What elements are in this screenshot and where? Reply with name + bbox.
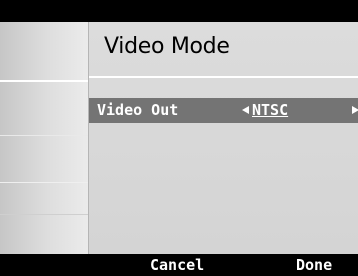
page-title: Video Mode — [104, 34, 230, 59]
softkey-bar: Cancel Done — [0, 254, 358, 276]
panel-highlight — [0, 214, 88, 215]
video-mode-screen: Video Mode Video Out NTSC Cancel Done — [0, 0, 358, 276]
cancel-button[interactable]: Cancel — [150, 256, 204, 274]
side-decoration-panel — [0, 22, 89, 254]
panel-highlight — [0, 135, 88, 136]
done-button[interactable]: Done — [296, 256, 332, 274]
video-out-label: Video Out — [97, 101, 179, 119]
video-out-setting-row[interactable]: Video Out NTSC — [89, 98, 358, 123]
panel-highlight — [0, 182, 88, 183]
top-status-bar — [0, 0, 358, 22]
panel-highlight — [0, 80, 88, 82]
title-divider — [89, 76, 358, 78]
left-arrow-icon[interactable] — [242, 106, 249, 114]
settings-panel: Video Mode Video Out NTSC — [89, 22, 358, 254]
video-out-value[interactable]: NTSC — [252, 101, 288, 119]
right-arrow-icon[interactable] — [352, 106, 358, 114]
